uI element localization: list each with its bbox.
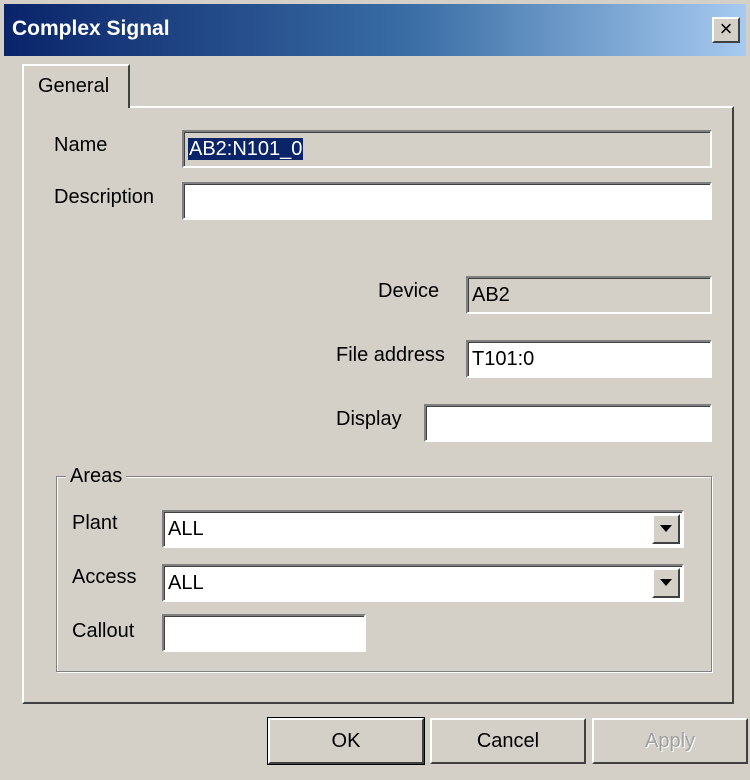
plant-value: ALL — [168, 518, 204, 540]
apply-button[interactable]: Apply — [592, 718, 748, 764]
name-field[interactable]: AB2:N101_0 — [182, 130, 712, 168]
window-title: Complex Signal — [12, 17, 170, 40]
callout-field[interactable] — [162, 614, 366, 652]
areas-group-title: Areas — [66, 465, 127, 488]
chevron-down-icon — [660, 525, 672, 532]
description-label: Description — [54, 186, 155, 208]
access-select[interactable]: ALL — [162, 564, 684, 602]
close-button[interactable]: × — [712, 17, 740, 43]
title-bar[interactable]: Complex Signal × — [4, 4, 746, 56]
access-label: Access — [72, 566, 137, 588]
file-address-label: File address — [336, 344, 445, 366]
chevron-down-icon — [660, 579, 672, 586]
name-label: Name — [54, 134, 108, 156]
display-field[interactable] — [424, 404, 712, 442]
access-value: ALL — [168, 572, 204, 594]
name-value: AB2:N101_0 — [188, 138, 304, 160]
plant-label: Plant — [72, 512, 118, 534]
close-icon: × — [719, 16, 733, 41]
tab-general-label: General — [38, 75, 110, 97]
file-address-value: T101:0 — [472, 348, 535, 370]
callout-label: Callout — [72, 620, 135, 642]
description-field[interactable] — [182, 182, 712, 220]
complex-signal-dialog: Complex Signal × General Name AB2:N101_0… — [0, 0, 750, 780]
access-dropdown-button[interactable] — [652, 568, 680, 598]
plant-dropdown-button[interactable] — [652, 514, 680, 544]
device-field[interactable]: AB2 — [466, 276, 712, 314]
plant-select[interactable]: ALL — [162, 510, 684, 548]
device-label: Device — [378, 280, 440, 302]
cancel-button[interactable]: Cancel — [430, 718, 586, 764]
ok-button[interactable]: OK — [267, 717, 425, 765]
device-value: AB2 — [472, 284, 510, 306]
file-address-field[interactable]: T101:0 — [466, 340, 712, 378]
tab-general[interactable]: General — [22, 64, 130, 108]
display-label: Display — [336, 408, 402, 430]
